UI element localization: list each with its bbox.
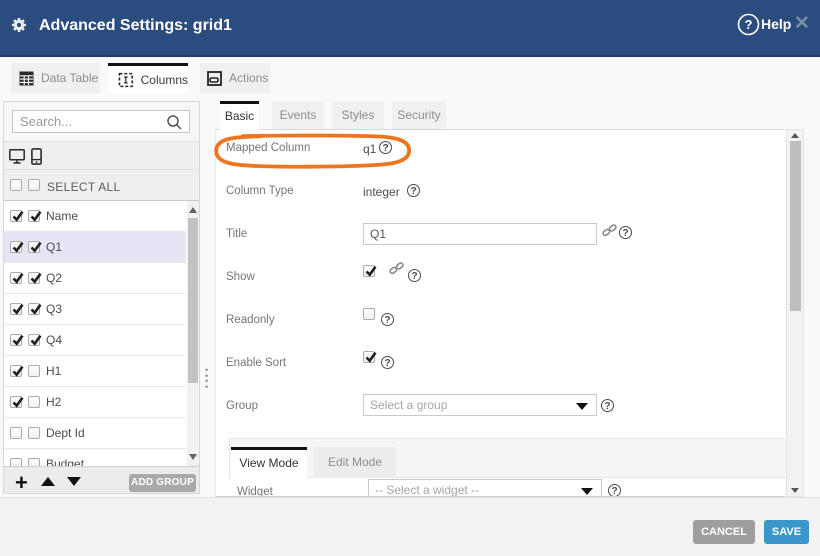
svg-text:?: ? (745, 17, 753, 32)
